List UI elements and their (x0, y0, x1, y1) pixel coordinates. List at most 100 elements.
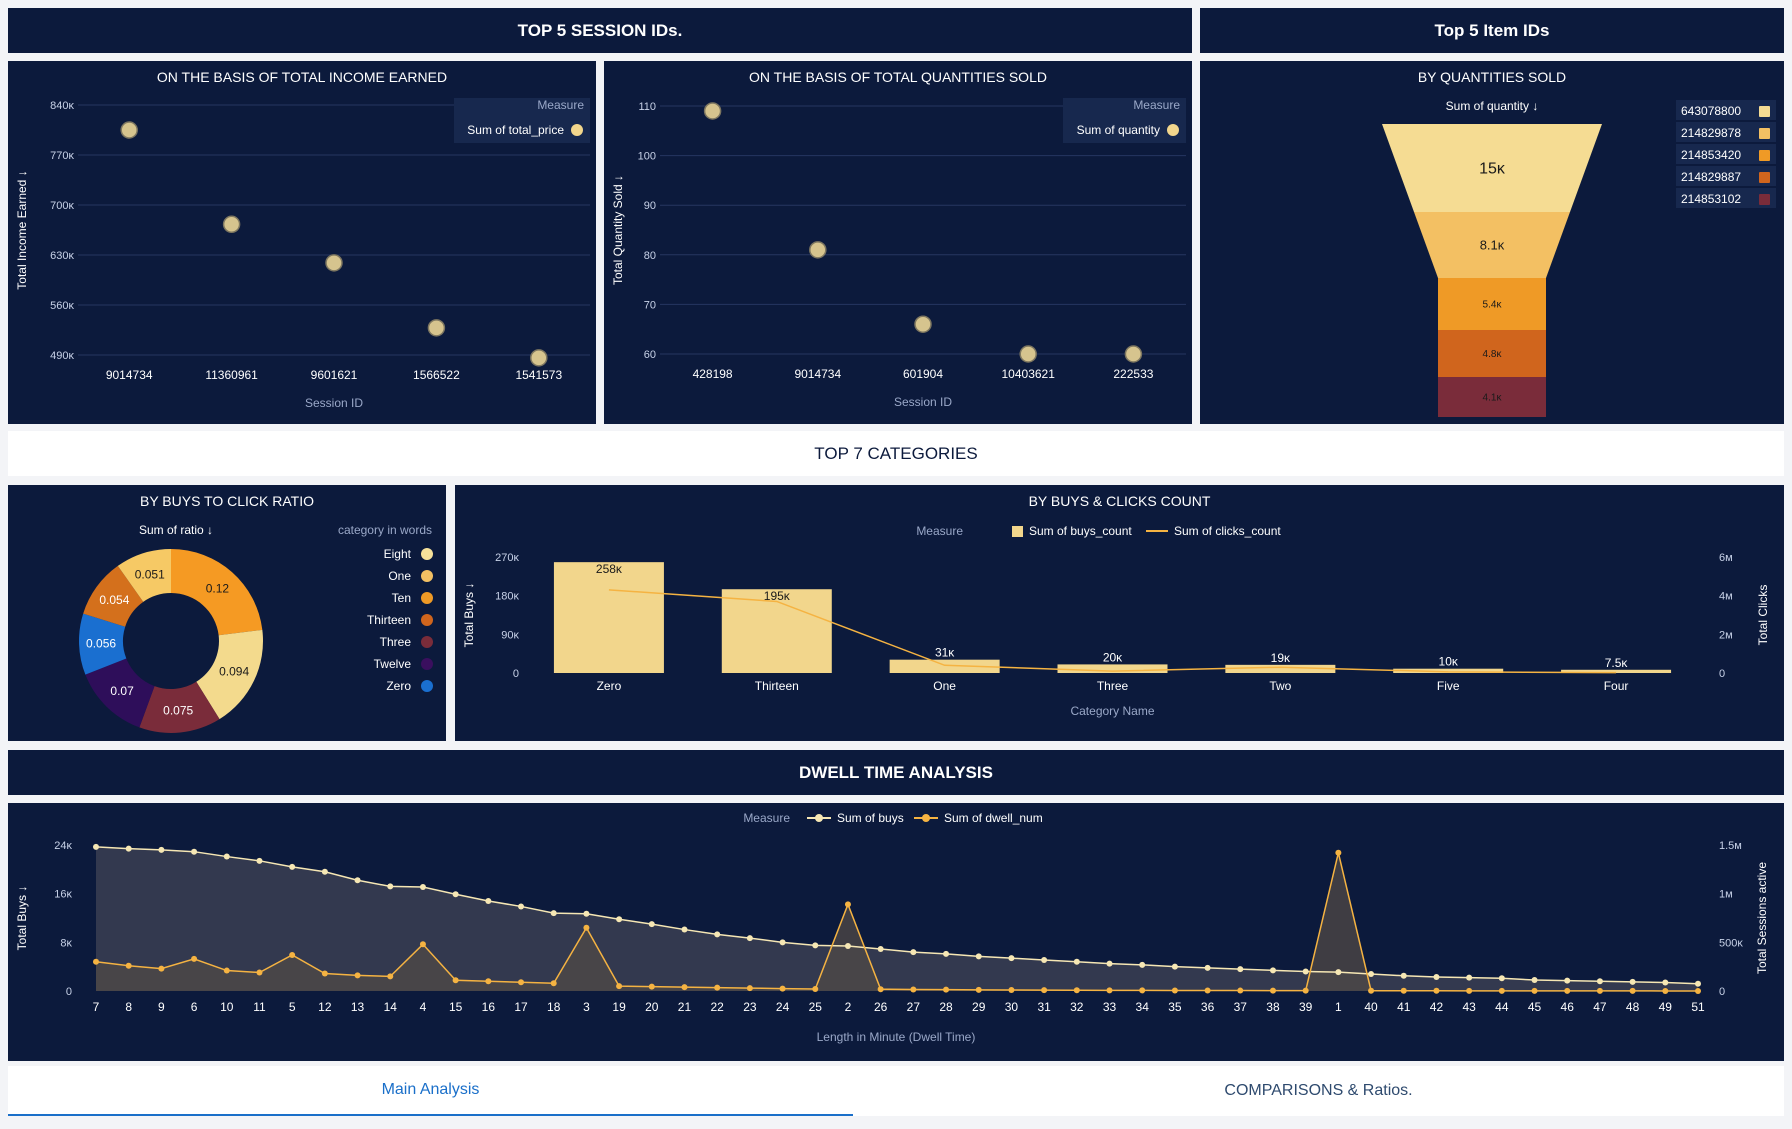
buys-point (1531, 977, 1538, 984)
income-chart-panel: ON THE BASIS OF TOTAL INCOME EARNED 490ĸ… (8, 61, 596, 424)
y-tick-label: 100 (638, 151, 656, 163)
buys-point (518, 903, 525, 910)
buys-point (125, 845, 132, 852)
x-tick-label: 36 (1201, 1000, 1215, 1014)
buys-point (1400, 972, 1407, 979)
legend-title: Measure (916, 524, 963, 538)
y-tick-label: 16ĸ (54, 889, 72, 901)
dwell-point (321, 970, 328, 977)
donut-value-label: 0.054 (99, 593, 129, 607)
x-tick-label: 37 (1234, 1000, 1248, 1014)
legend-label: 643078800 (1681, 104, 1741, 118)
buys-clicks-combo-chart: 090ĸ180ĸ270ĸ02м4м6м258ĸZero195ĸThirteen3… (462, 524, 1770, 718)
x-tick-label: 48 (1626, 1000, 1640, 1014)
x-tick-label: 24 (776, 1000, 790, 1014)
x-tick-label: 29 (972, 1000, 986, 1014)
x-tick-label: 11360961 (205, 368, 258, 382)
scatter-point (914, 315, 932, 333)
legend-swatch (1759, 150, 1770, 161)
x-tick-label: 44 (1495, 1000, 1509, 1014)
dwell-point (1662, 987, 1669, 994)
top-categories-header: TOP 7 CATEGORIES (8, 431, 1784, 476)
dwell-point (1400, 987, 1407, 994)
x-tick-label: 49 (1659, 1000, 1673, 1014)
donut-value-label: 0.075 (163, 704, 193, 718)
dwell-point (1008, 987, 1015, 994)
income-scatter-chart: 490ĸ 560ĸ 630ĸ 700ĸ 770ĸ 840ĸ 9014734 11360961 9… (15, 98, 590, 410)
dwell-point (910, 986, 917, 993)
legend-label: Sum of clicks_count (1174, 524, 1281, 538)
legend-label: Sum of buys (837, 811, 904, 825)
legend-label: Thirteen (367, 613, 411, 627)
x-tick-label: 15 (449, 1000, 463, 1014)
x-tick-label: 17 (514, 1000, 528, 1014)
x-tick-label: 47 (1593, 1000, 1607, 1014)
buys-point (714, 931, 721, 938)
y2-tick-label: 4м (1719, 591, 1733, 603)
legend-label: 214853420 (1681, 148, 1741, 162)
buys-point (1139, 961, 1146, 968)
y-tick-label: 270ĸ (495, 552, 519, 564)
y-tick-label: 560ĸ (50, 300, 74, 312)
x-tick-label: 34 (1136, 1000, 1150, 1014)
scatter-point (703, 102, 722, 120)
dwell-point (943, 986, 950, 993)
legend-swatch (922, 814, 930, 822)
dwell-point (93, 958, 99, 965)
dwell-point (714, 984, 721, 991)
buys-point (1237, 966, 1244, 973)
scatter-point (120, 121, 138, 139)
y2-axis-label: Total Sessions active (1755, 862, 1769, 974)
x-tick-label: 13 (351, 1000, 365, 1014)
legend-swatch (1759, 172, 1770, 183)
donut-value-label: 0.094 (219, 664, 249, 678)
dwell-point (1269, 987, 1276, 994)
buys-point (1466, 974, 1473, 981)
x-tick-label: 9601621 (311, 368, 358, 382)
dwell-header: DWELL TIME ANALYSIS (8, 750, 1784, 795)
buys-point (191, 848, 198, 855)
legend-label: 214829887 (1681, 170, 1741, 184)
x-axis-label: Session ID (305, 396, 363, 410)
x-tick-label: Four (1604, 679, 1629, 693)
x-tick-label: Five (1437, 679, 1460, 693)
buys-point (289, 863, 296, 870)
x-tick-label: 30 (1005, 1000, 1019, 1014)
dwell-point (387, 973, 394, 980)
x-tick-label: 3 (583, 1000, 590, 1014)
buys-point (877, 946, 884, 953)
x-tick-label: Three (1097, 679, 1129, 693)
dwell-point (1498, 987, 1505, 994)
y-tick-label: 700ĸ (50, 200, 74, 212)
buys-point (975, 953, 982, 960)
dwell-point (844, 901, 851, 908)
legend-swatch (421, 570, 433, 582)
bar (553, 562, 664, 673)
legend-label: Eight (384, 547, 412, 561)
x-tick-label: 33 (1103, 1000, 1117, 1014)
funnel-chart-panel: BY QUANTITIES SOLD Sum of quantity ↓ 15ĸ 8… (1200, 61, 1784, 424)
dwell-point (1531, 987, 1538, 994)
scatter-point (325, 254, 343, 272)
x-tick-label: 28 (939, 1000, 953, 1014)
buys-point (1368, 970, 1375, 977)
y2-axis-label: Total Clicks (1756, 585, 1770, 646)
tab-main-analysis[interactable]: Main Analysis (8, 1066, 853, 1116)
tab-comparisons[interactable]: COMPARISONS & Ratios. (853, 1066, 1784, 1116)
dwell-point (191, 955, 198, 962)
x-tick-label: 12 (318, 1000, 332, 1014)
dwell-point (1302, 987, 1309, 994)
buys-point (1564, 977, 1571, 984)
buys-point (452, 891, 459, 898)
buys-point (648, 921, 655, 928)
y2-tick-label: 6м (1719, 552, 1733, 564)
buys-point (223, 853, 230, 860)
x-tick-label: One (933, 679, 956, 693)
x-tick-label: Zero (597, 679, 622, 693)
buys-point (354, 877, 361, 884)
buys-point (1204, 964, 1211, 971)
dwell-point (1204, 987, 1211, 994)
dwell-point (125, 962, 132, 969)
dwell-point (256, 969, 263, 976)
y-tick-label: 8ĸ (60, 937, 72, 949)
